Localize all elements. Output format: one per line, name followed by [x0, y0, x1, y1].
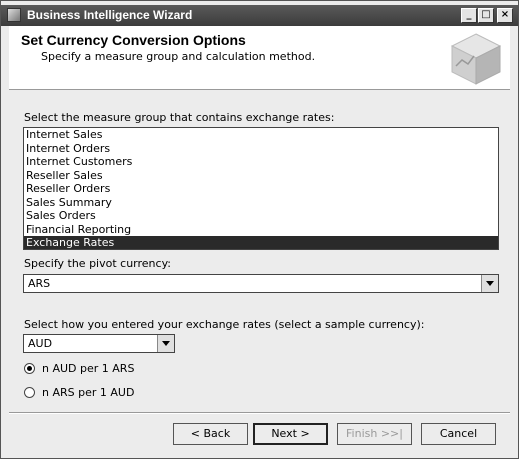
pivot-currency-value: ARS [28, 277, 51, 290]
page-title: Set Currency Conversion Options [21, 32, 246, 48]
rate-option-label-2[interactable]: n ARS per 1 AUD [42, 386, 134, 399]
pivot-currency-label: Specify the pivot currency: [24, 257, 171, 270]
title-bar[interactable]: Business Intelligence Wizard _ □ × [1, 5, 518, 26]
list-item[interactable]: Sales Orders [24, 209, 498, 223]
sample-currency-dropdown[interactable]: AUD [23, 334, 175, 353]
sample-currency-value: AUD [28, 337, 53, 350]
close-button[interactable]: × [497, 8, 513, 23]
next-button[interactable]: Next > [253, 423, 328, 445]
list-item[interactable]: Sales Summary [24, 196, 498, 210]
back-button[interactable]: < Back [173, 423, 248, 445]
page-subtitle: Specify a measure group and calculation … [41, 50, 316, 63]
sample-currency-label: Select how you entered your exchange rat… [24, 318, 425, 331]
rate-option-label-1[interactable]: n AUD per 1 ARS [42, 362, 134, 375]
list-item[interactable]: Reseller Sales [24, 169, 498, 183]
rate-option-radio-1[interactable] [24, 363, 35, 374]
finish-button[interactable]: Finish >>| [337, 423, 412, 445]
list-item[interactable]: Reseller Orders [24, 182, 498, 196]
maximize-button[interactable]: □ [478, 8, 494, 23]
cube-icon [450, 33, 502, 85]
wizard-app-icon [7, 8, 21, 22]
chevron-down-icon[interactable] [481, 275, 498, 292]
chevron-down-icon[interactable] [157, 335, 174, 352]
minimize-button[interactable]: _ [461, 8, 477, 23]
wizard-header: Set Currency Conversion Options Specify … [9, 26, 510, 90]
pivot-currency-dropdown[interactable]: ARS [23, 274, 499, 293]
list-item[interactable]: Financial Reporting [24, 223, 498, 237]
measure-group-listbox[interactable]: Internet Sales Internet Orders Internet … [23, 127, 499, 250]
list-item-selected[interactable]: Exchange Rates [24, 236, 498, 249]
footer-separator [9, 412, 510, 414]
list-item[interactable]: Internet Sales [24, 128, 498, 142]
cancel-button[interactable]: Cancel [421, 423, 496, 445]
list-item[interactable]: Internet Customers [24, 155, 498, 169]
window-title: Business Intelligence Wizard [27, 8, 193, 22]
list-item[interactable]: Internet Orders [24, 142, 498, 156]
wizard-window: Business Intelligence Wizard _ □ × Set C… [0, 0, 519, 459]
rate-option-radio-2[interactable] [24, 387, 35, 398]
measure-group-label: Select the measure group that contains e… [24, 111, 335, 124]
